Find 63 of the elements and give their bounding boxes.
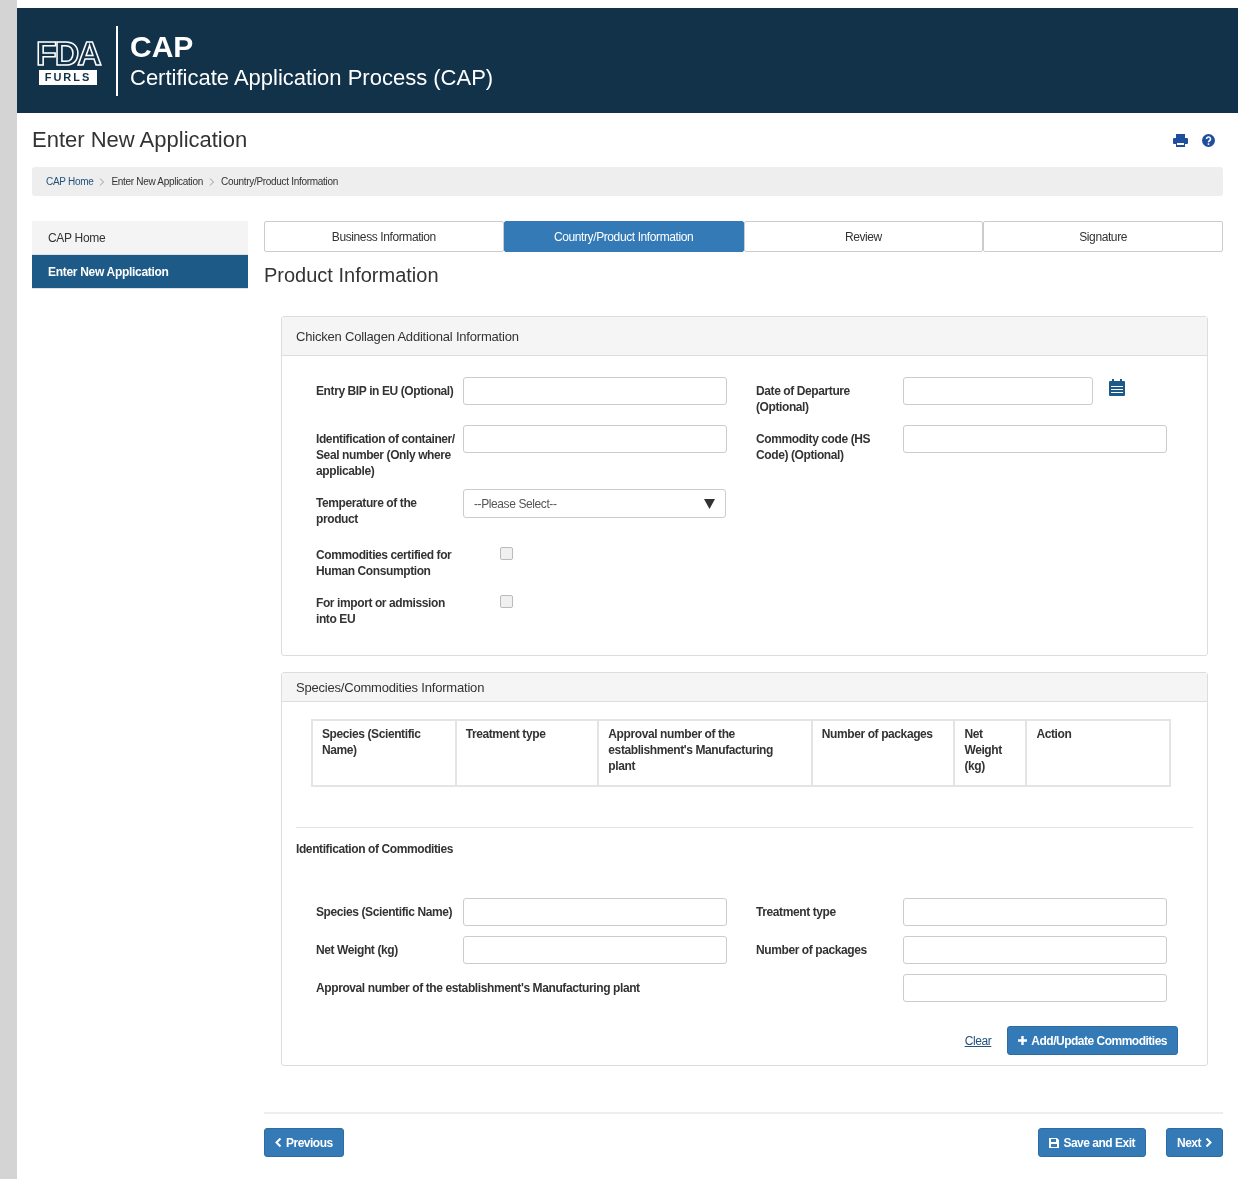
- save-exit-button[interactable]: Save and Exit: [1038, 1128, 1146, 1157]
- breadcrumb-item: Country/Product Information: [221, 176, 338, 187]
- field-label: Commodity code (HS Code) (Optional): [756, 431, 872, 463]
- field-label: Net Weight (kg): [316, 942, 399, 958]
- breadcrumb-link[interactable]: CAP Home: [46, 176, 94, 187]
- subsection-title: Identification of Commodities: [296, 842, 455, 856]
- section-title: Product Information: [264, 264, 440, 287]
- page-title: Enter New Application: [32, 127, 248, 153]
- column-header: Treatment type: [455, 720, 599, 786]
- sidebar-item[interactable]: CAP Home: [32, 221, 248, 255]
- input-field[interactable]: [903, 974, 1167, 1002]
- chevron-right-icon: [1205, 1138, 1212, 1147]
- input-field[interactable]: [463, 425, 727, 453]
- column-header: Number of packages: [811, 720, 955, 786]
- field-label: Treatment type: [756, 904, 837, 920]
- temperature-dropdown[interactable]: --Please Select--: [463, 489, 726, 518]
- input-field[interactable]: [903, 936, 1167, 964]
- column-header: Action: [1026, 720, 1170, 786]
- column-header: Net Weight (kg): [954, 720, 1027, 786]
- chevron-icon: [99, 177, 106, 186]
- field-label: Date of Departure (Optional): [756, 383, 851, 415]
- column-header: Approval number of the establishment's Manufacturing plant: [598, 720, 812, 786]
- panel-heading: Species/Commodities Information: [282, 673, 1207, 702]
- input-field[interactable]: [903, 898, 1167, 926]
- app-subtitle: Certificate Application Process (CAP): [130, 63, 494, 92]
- breadcrumb-item: Enter New Application: [111, 176, 203, 187]
- field-label: Number of packages: [756, 942, 868, 958]
- previous-button[interactable]: Previous: [264, 1128, 344, 1157]
- field-label: Identification of container/ Seal number (Only where applicable): [316, 431, 456, 479]
- input-field[interactable]: [463, 936, 727, 964]
- field-label: Species (Scientific Name): [316, 904, 454, 920]
- logo-text: FURLS: [38, 70, 98, 85]
- checkbox[interactable]: [500, 547, 513, 560]
- input-field[interactable]: [463, 377, 727, 405]
- clear-link[interactable]: Clear: [964, 1033, 992, 1048]
- checkbox[interactable]: [500, 595, 513, 608]
- logo-text: FDA: [36, 36, 100, 70]
- field-label: Entry BIP in EU (Optional): [316, 383, 455, 399]
- step-tab[interactable]: Business Information: [264, 221, 504, 252]
- step-tab[interactable]: Country/Product Information: [503, 221, 744, 252]
- field-label: Temperature of the product: [316, 495, 418, 527]
- print-icon[interactable]: [1173, 133, 1188, 147]
- add-update-button[interactable]: Add/Update Commodities: [1007, 1026, 1178, 1055]
- chevron-icon: [209, 177, 215, 186]
- plus-icon: [1018, 1036, 1028, 1045]
- input-field[interactable]: [903, 425, 1167, 453]
- column-header: Species (Scientific Name): [312, 720, 456, 786]
- input-field[interactable]: [463, 898, 727, 926]
- step-tab[interactable]: Review: [743, 221, 984, 252]
- next-button[interactable]: Next: [1166, 1128, 1223, 1157]
- date-field[interactable]: [903, 377, 1093, 405]
- panel-heading: Chicken Collagen Additional Information: [282, 317, 1207, 356]
- field-label: For import or admission into EU: [316, 595, 446, 627]
- chevron-left-icon: [275, 1138, 282, 1147]
- field-label: Approval number of the establishment's Manufacturing plant: [316, 980, 641, 996]
- field-label: Commodities certified for Human Consumption: [316, 547, 453, 579]
- calendar-icon[interactable]: [1109, 379, 1125, 396]
- sidebar-item[interactable]: Enter New Application: [32, 255, 248, 289]
- save-icon: [1049, 1137, 1060, 1148]
- dropdown-arrow-icon: [704, 498, 715, 509]
- app-title: CAP: [130, 29, 195, 64]
- help-icon[interactable]: [1202, 133, 1215, 147]
- step-tab[interactable]: Signature: [983, 221, 1223, 252]
